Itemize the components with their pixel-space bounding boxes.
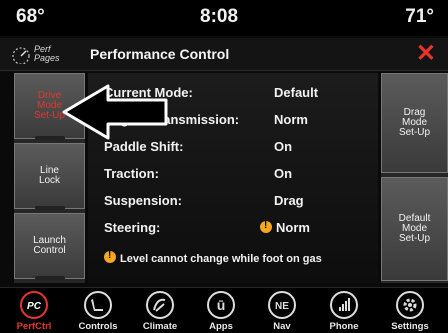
nav-nav[interactable]: NE Nav bbox=[254, 288, 310, 333]
nav-label: PerfCtrl bbox=[16, 321, 52, 332]
nav-label: Phone bbox=[329, 321, 359, 332]
outside-temp-left: 68° bbox=[16, 6, 45, 27]
seat-controls-icon bbox=[84, 291, 112, 319]
setting-value: Default bbox=[274, 85, 319, 100]
nav-label: Climate bbox=[142, 321, 178, 332]
setting-row-paddle-shift: Paddle Shift: On bbox=[104, 139, 374, 161]
launch-control-label: Launch Control bbox=[33, 235, 66, 256]
nav-label: Apps bbox=[209, 321, 233, 332]
close-button[interactable]: ✕ bbox=[416, 42, 436, 66]
callout-arrow-icon bbox=[62, 84, 168, 140]
default-mode-setup-button[interactable]: Default Mode Set-Up bbox=[381, 177, 448, 281]
outside-temp-right: 71° bbox=[405, 6, 434, 27]
page-title: Performance Control bbox=[90, 46, 230, 62]
perf-pages-button[interactable]: Perf Pages bbox=[10, 42, 68, 66]
bottom-nav-bar: PC PerfCtrl Controls Climate ū Apps NE N… bbox=[0, 287, 448, 333]
line-lock-indicator bbox=[35, 206, 65, 210]
setting-label: Traction: bbox=[104, 166, 159, 181]
perf-pages-icon bbox=[12, 47, 30, 64]
climate-icon bbox=[146, 291, 174, 319]
setting-value-with-warning: Norm bbox=[260, 220, 310, 235]
setting-value: Drag bbox=[274, 193, 304, 208]
nav-phone[interactable]: Phone bbox=[316, 288, 372, 333]
line-lock-button[interactable]: Line Lock bbox=[14, 143, 85, 210]
setting-label: Steering: bbox=[104, 220, 161, 235]
uconnect-screen: 68° 8:08 71° Perf Pages Performance Contr… bbox=[0, 0, 448, 333]
nav-controls[interactable]: Controls bbox=[70, 288, 126, 333]
nav-climate[interactable]: Climate bbox=[132, 288, 188, 333]
right-button-column: Drag Mode Set-Up Default Mode Set-Up bbox=[381, 73, 448, 283]
launch-control-indicator bbox=[35, 276, 65, 280]
line-lock-label: Line Lock bbox=[38, 165, 61, 186]
nav-perfctrl[interactable]: PC PerfCtrl bbox=[6, 288, 62, 333]
nav-label: Nav bbox=[273, 321, 291, 332]
compass-icon: NE bbox=[268, 291, 296, 319]
nav-label: Controls bbox=[78, 321, 118, 332]
setting-value: Norm bbox=[274, 112, 308, 127]
drag-mode-setup-label: Drag Mode Set-Up bbox=[398, 107, 431, 138]
nav-settings[interactable]: Settings bbox=[382, 288, 438, 333]
gear-icon bbox=[396, 291, 424, 319]
setting-row-steering: Steering: Norm bbox=[104, 220, 374, 242]
title-bar: Perf Pages Performance Control ✕ bbox=[0, 38, 448, 71]
drag-mode-setup-button[interactable]: Drag Mode Set-Up bbox=[381, 73, 448, 173]
svg-text:PC: PC bbox=[27, 301, 42, 312]
svg-text:ū: ū bbox=[217, 297, 226, 313]
setting-row-traction: Traction: On bbox=[104, 166, 374, 188]
warning-icon bbox=[104, 250, 116, 263]
setting-value: On bbox=[274, 166, 293, 181]
setting-label: Suspension: bbox=[104, 193, 183, 208]
warning-note: Level cannot change while foot on gas bbox=[104, 250, 322, 265]
nav-label: Settings bbox=[391, 321, 429, 332]
svg-text:NE: NE bbox=[275, 301, 289, 312]
nav-apps[interactable]: ū Apps bbox=[193, 288, 249, 333]
phone-signal-icon bbox=[330, 291, 358, 319]
setting-value: On bbox=[274, 139, 293, 154]
pc-icon: PC bbox=[20, 291, 48, 319]
launch-control-button[interactable]: Launch Control bbox=[14, 213, 85, 280]
clock: 8:08 bbox=[200, 6, 239, 27]
perf-pages-label: Perf Pages bbox=[34, 44, 60, 63]
warning-icon bbox=[260, 220, 272, 233]
apps-icon: ū bbox=[207, 291, 235, 319]
status-bar: 68° 8:08 71° bbox=[0, 0, 448, 36]
default-mode-setup-label: Default Mode Set-Up bbox=[398, 213, 431, 244]
setting-row-suspension: Suspension: Drag bbox=[104, 193, 374, 215]
